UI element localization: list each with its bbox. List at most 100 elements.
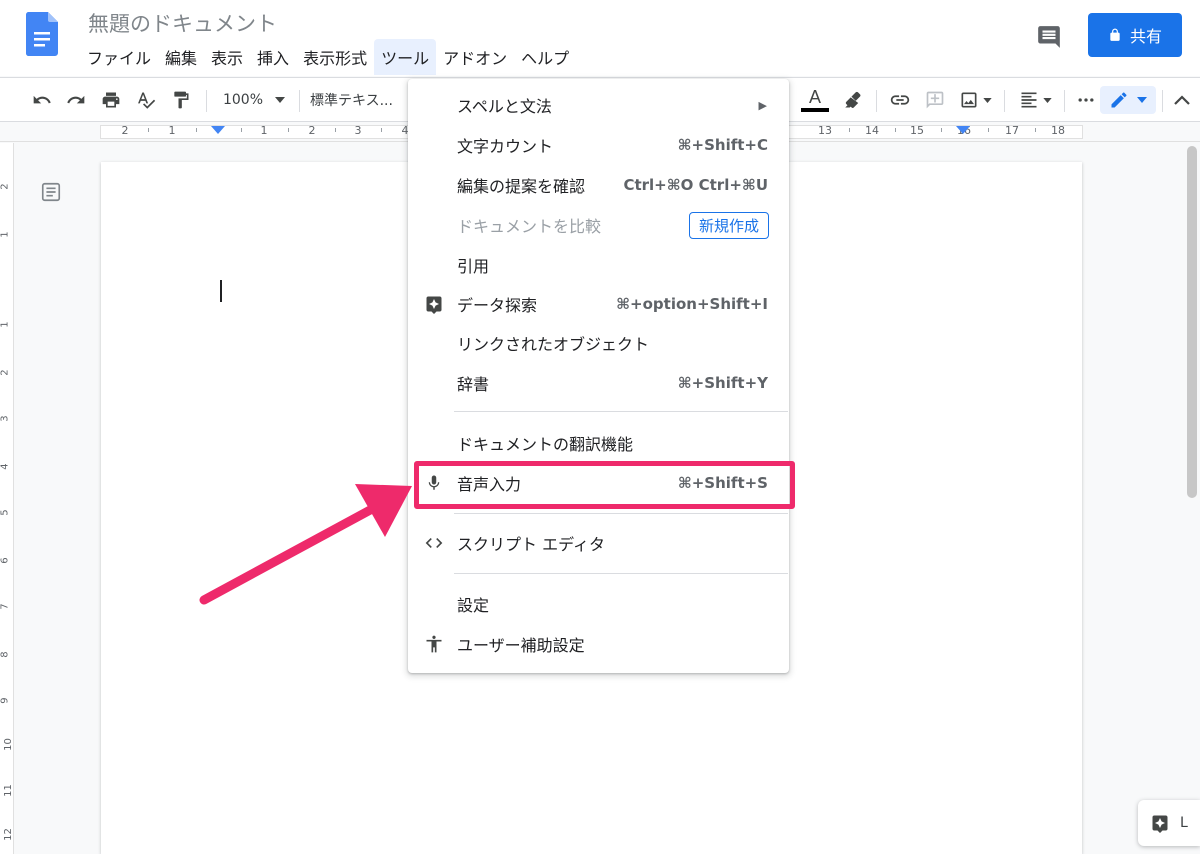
chevron-up-icon [1174, 95, 1190, 105]
paint-format-button[interactable] [167, 86, 195, 114]
menu-item-label: ドキュメントを比較 [457, 217, 602, 236]
image-icon [961, 92, 976, 108]
menu-item-review-suggestions[interactable]: 編集の提案を確認 Ctrl+⌘O Ctrl+⌘U [408, 165, 789, 205]
ruler-label: 1 [260, 124, 268, 137]
menu-item-compare-documents: ドキュメントを比較 新規作成 [408, 205, 789, 245]
insert-link-button[interactable] [885, 86, 915, 114]
more-button[interactable] [1072, 86, 1100, 114]
vruler-label: 3 [0, 415, 11, 422]
ruler-tick [988, 128, 989, 132]
menu-addons[interactable]: アドオン [436, 39, 514, 75]
paragraph-style-value: 標準テキス... [310, 93, 393, 109]
menu-item-linked-objects[interactable]: リンクされたオブジェクト [408, 323, 789, 363]
insert-image-button[interactable] [954, 86, 996, 114]
docs-logo-icon[interactable] [26, 12, 58, 56]
ruler-label: 18 [1051, 124, 1065, 137]
menu-item-label: 編集の提案を確認 [457, 177, 586, 196]
vruler-label: 11 [2, 784, 14, 797]
menu-item-label: ドキュメントの翻訳機能 [457, 435, 634, 454]
ruler-tick [1035, 128, 1036, 132]
vruler-label: 2 [0, 183, 11, 190]
menu-item-shortcut: ⌘+option+Shift+I [616, 295, 768, 313]
ruler-label: 15 [910, 124, 924, 137]
text-cursor [220, 280, 222, 302]
ruler-tick [381, 128, 382, 132]
menu-item-word-count[interactable]: 文字カウント ⌘+Shift+C [408, 125, 789, 165]
code-icon [424, 533, 444, 553]
vruler-label: 8 [0, 651, 11, 658]
spellcheck-button[interactable] [132, 86, 160, 114]
menu-item-translate-document[interactable]: ドキュメントの翻訳機能 [408, 423, 789, 463]
more-horizontal-icon [1078, 98, 1094, 102]
print-icon [102, 92, 120, 108]
menu-item-dictionary[interactable]: 辞書 ⌘+Shift+Y [408, 363, 789, 403]
align-button[interactable] [1014, 86, 1056, 114]
paragraph-style-select[interactable]: 標準テキス... [310, 86, 420, 114]
document-outline-icon[interactable] [40, 181, 62, 207]
tools-menu: スペルと文法 ▶ 文字カウント ⌘+Shift+C 編集の提案を確認 Ctrl+… [408, 79, 789, 673]
right-indent-marker[interactable] [956, 126, 970, 134]
menu-item-script-editor[interactable]: スクリプト エディタ [408, 523, 789, 563]
undo-icon [33, 95, 51, 104]
menu-item-label: 辞書 [457, 375, 490, 394]
align-left-icon [1021, 92, 1036, 108]
ruler-tick [941, 128, 942, 132]
editing-mode-button[interactable] [1100, 86, 1156, 114]
menu-item-label: 設定 [457, 596, 490, 615]
menu-item-shortcut: ⌘+Shift+C [677, 136, 768, 154]
collapse-menu-button[interactable] [1168, 86, 1196, 114]
ruler-label: 13 [818, 124, 832, 137]
vertical-ruler[interactable]: 2 1 1 2 3 4 5 6 7 8 9 10 11 12 [0, 143, 14, 854]
menu-item-spelling-grammar[interactable]: スペルと文法 ▶ [408, 85, 789, 125]
menu-help[interactable]: ヘルプ [514, 39, 576, 75]
ruler-tick [895, 128, 896, 132]
explore-icon [424, 294, 444, 314]
share-button[interactable]: 共有 [1088, 13, 1182, 57]
vruler-label: 7 [0, 603, 11, 610]
menu-divider [454, 411, 788, 412]
title-bar: 無題のドキュメント ファイル 編集 表示 挿入 表示形式 ツール アドオン ヘル… [0, 0, 1200, 76]
menu-view[interactable]: 表示 [204, 39, 250, 75]
menu-item-label: スクリプト エディタ [457, 535, 605, 554]
undo-button[interactable] [28, 86, 56, 114]
redo-button[interactable] [62, 86, 90, 114]
comments-button[interactable] [1034, 22, 1064, 52]
add-comment-button[interactable] [921, 86, 949, 114]
explore-button[interactable]: L [1138, 800, 1200, 846]
menu-item-preferences[interactable]: 設定 [408, 584, 789, 624]
highlight-button[interactable] [838, 86, 866, 114]
vruler-label: 2 [0, 369, 11, 376]
menu-tools[interactable]: ツール [374, 39, 437, 75]
menu-item-shortcut: ⌘+Shift+Y [677, 374, 768, 392]
menu-edit[interactable]: 編集 [158, 39, 204, 75]
menu-item-explore[interactable]: データ探索 ⌘+option+Shift+I [408, 284, 789, 324]
ruler-label: 1 [168, 124, 176, 137]
menu-bar: ファイル 編集 表示 挿入 表示形式 ツール アドオン ヘルプ [80, 39, 576, 75]
menu-item-label: データ探索 [457, 296, 538, 315]
highlighter-icon [845, 91, 861, 108]
vertical-scrollbar[interactable] [1187, 146, 1197, 854]
chevron-down-icon [275, 97, 286, 103]
ruler-label: 2 [121, 124, 129, 137]
menu-file[interactable]: ファイル [80, 39, 158, 75]
menu-format[interactable]: 表示形式 [296, 39, 374, 75]
text-color-button[interactable]: A [800, 86, 830, 114]
menu-item-accessibility[interactable]: ユーザー補助設定 [408, 624, 789, 664]
menu-item-label: リンクされたオブジェクト [457, 335, 650, 354]
left-indent-marker[interactable] [211, 126, 225, 134]
menu-insert[interactable]: 挿入 [250, 39, 296, 75]
text-color-bar [801, 108, 829, 112]
document-title[interactable]: 無題のドキュメント [88, 8, 277, 38]
redo-icon [67, 95, 85, 104]
vruler-label: 10 [2, 738, 14, 751]
menu-item-citations[interactable]: 引用 [408, 245, 789, 285]
text-color-icon: A [808, 87, 821, 107]
zoom-value: 100% [222, 92, 264, 108]
zoom-select[interactable]: 100% [218, 86, 290, 114]
ruler-label: 17 [1005, 124, 1019, 137]
scrollbar-thumb[interactable] [1187, 146, 1197, 498]
ruler-label: 3 [354, 124, 362, 137]
paint-format-icon [174, 91, 189, 109]
print-button[interactable] [97, 86, 125, 114]
add-comment-icon [926, 91, 944, 109]
